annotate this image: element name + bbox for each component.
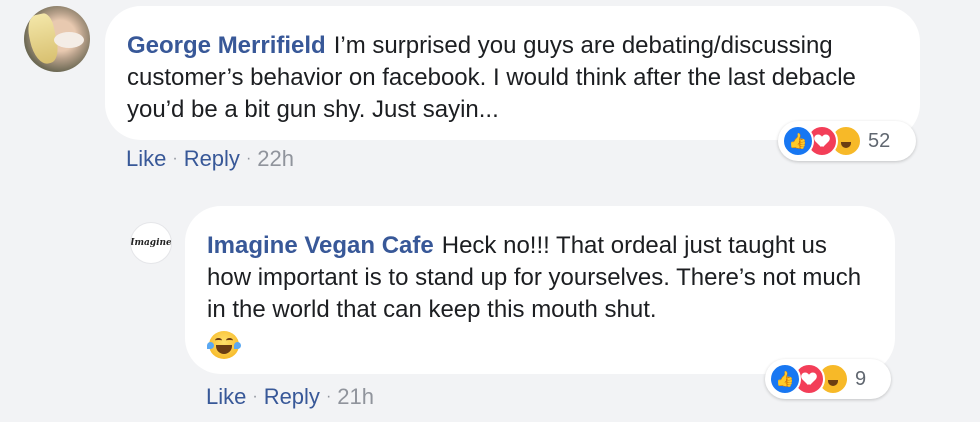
reaction-count: 9 [855, 367, 867, 390]
comment-actions: Like · Reply · 22h [126, 146, 294, 172]
like-reaction-icon: 👍 [782, 125, 814, 157]
reply-bubble: Imagine Vegan Cafe Heck no!!! That ordeal… [185, 206, 895, 374]
comment-bubble: George Merrifield I’m surprised you guys … [105, 6, 920, 140]
avatar-logo-text: Imagine [130, 238, 172, 248]
avatar-imagine-vegan-cafe[interactable]: Imagine [130, 222, 172, 264]
reply-author[interactable]: Imagine Vegan Cafe [207, 232, 434, 259]
reactions-summary[interactable]: 👍 52 [778, 121, 916, 161]
avatar-george-merrifield[interactable] [24, 6, 90, 72]
separator: · [325, 388, 332, 405]
like-link[interactable]: Like [126, 146, 166, 172]
reply-actions: Like · Reply · 21h [206, 384, 374, 410]
separator: · [245, 150, 252, 167]
reactions-summary[interactable]: 👍 9 [765, 359, 891, 399]
reply-link[interactable]: Reply [184, 146, 240, 172]
timestamp[interactable]: 21h [337, 384, 374, 410]
reply-link[interactable]: Reply [264, 384, 320, 410]
separator: · [172, 150, 178, 167]
separator: · [252, 388, 258, 405]
tears-of-joy-emoji [207, 329, 241, 361]
timestamp[interactable]: 22h [257, 146, 294, 172]
like-reaction-icon: 👍 [769, 363, 801, 395]
comment-author[interactable]: George Merrifield [127, 32, 326, 59]
reaction-count: 52 [868, 129, 891, 152]
like-link[interactable]: Like [206, 384, 246, 410]
